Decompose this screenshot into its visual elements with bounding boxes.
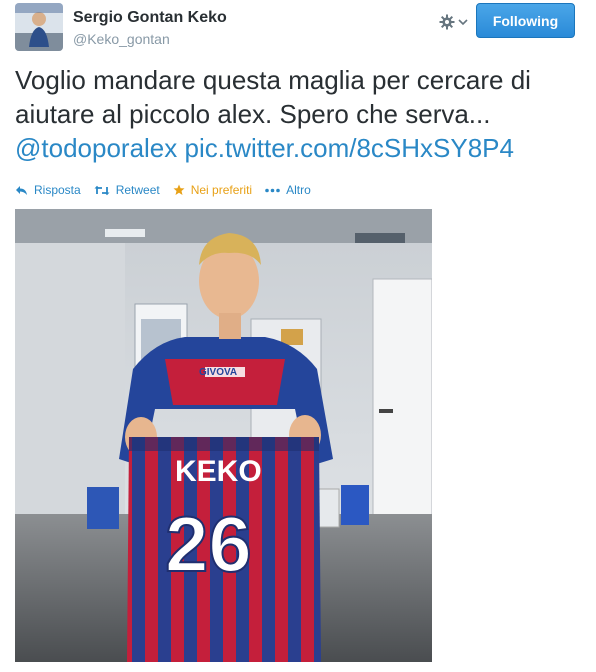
tweet-text-block: Voglio mandare questa maglia per cercare… [15, 63, 581, 165]
user-fullname[interactable]: Sergio Gontan Keko [73, 9, 227, 27]
more-button[interactable]: Altro [265, 183, 311, 197]
tweet-text: Voglio mandare questa maglia per cercare… [15, 65, 531, 129]
more-label: Altro [286, 183, 311, 197]
tweet-actions: Risposta Retweet Nei preferiti Altro [15, 181, 324, 199]
jersey-sponsor: GIVOVA [199, 367, 237, 378]
retweet-icon [94, 185, 110, 195]
retweet-button[interactable]: Retweet [94, 183, 160, 197]
reply-button[interactable]: Risposta [15, 183, 81, 197]
user-actions-dropdown[interactable] [439, 11, 469, 33]
jersey-name: KEKO [175, 455, 262, 488]
reply-icon [16, 185, 27, 195]
gear-icon [439, 14, 455, 30]
star-icon [173, 184, 185, 195]
reply-label: Risposta [34, 183, 81, 197]
more-icon [265, 188, 280, 192]
tweet-photo[interactable]: KEKO 26 GIVOVA [15, 209, 432, 662]
avatar[interactable] [15, 3, 63, 51]
tweet-header: Sergio Gontan Keko @Keko_gontan Followin… [15, 3, 581, 53]
user-screenname[interactable]: @Keko_gontan [73, 30, 227, 48]
chevron-down-icon [458, 19, 468, 26]
jersey-number: 26 [165, 500, 252, 588]
favorite-label: Nei preferiti [190, 183, 253, 197]
following-button[interactable]: Following [476, 3, 575, 38]
pic-link[interactable]: pic.twitter.com/8cSHxSY8P4 [185, 133, 514, 163]
mention-link[interactable]: @todoporalex [15, 133, 177, 163]
favorite-button[interactable]: Nei preferiti [173, 183, 252, 197]
retweet-label: Retweet [115, 183, 160, 197]
